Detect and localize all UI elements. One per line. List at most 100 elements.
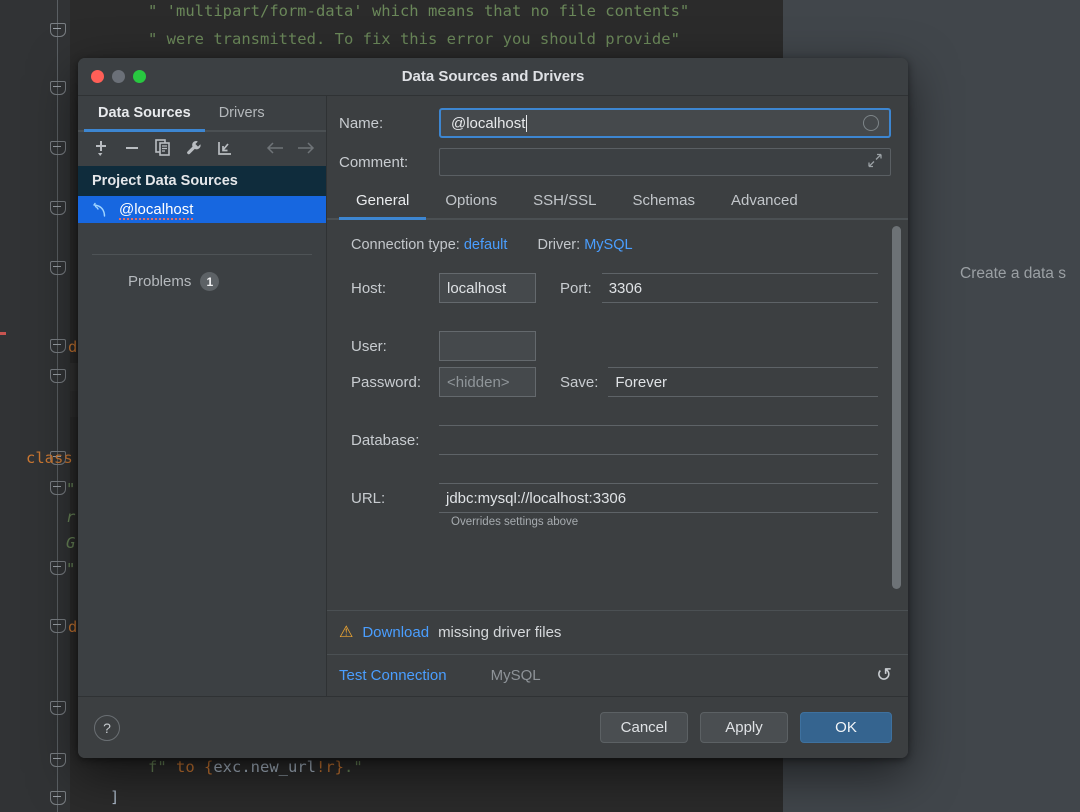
- download-link[interactable]: Download: [362, 624, 429, 641]
- tab-data-sources[interactable]: Data Sources: [84, 96, 205, 132]
- list-item-localhost-label: @localhost: [119, 201, 194, 220]
- connection-type-value[interactable]: default: [464, 237, 508, 253]
- code-line: " 'multipart/form-data' which means that…: [148, 2, 690, 20]
- settings-scrollbar[interactable]: [892, 226, 901, 604]
- fold-marker-icon[interactable]: [50, 560, 66, 575]
- comment-field-row: Comment:: [339, 148, 891, 176]
- driver-value[interactable]: MySQL: [584, 237, 632, 253]
- zoom-icon[interactable]: [133, 70, 146, 83]
- password-input[interactable]: <hidden>: [439, 367, 536, 397]
- download-rest-text: missing driver files: [438, 624, 562, 641]
- tab-advanced-label: Advanced: [730, 192, 798, 209]
- data-sources-dialog: Data Sources and Drivers Data Sources Dr…: [78, 58, 908, 758]
- right-panel: Name: @localhost Comment: General Option…: [327, 96, 908, 696]
- code-line: d: [68, 618, 78, 636]
- forward-arrow-icon[interactable]: [293, 136, 319, 160]
- tab-advanced[interactable]: Advanced: [714, 184, 815, 218]
- database-label: Database:: [351, 431, 420, 449]
- revert-icon[interactable]: ↺: [876, 664, 892, 687]
- loading-spinner-icon: [863, 115, 879, 131]
- import-icon-glyph: [218, 141, 231, 155]
- list-item-localhost[interactable]: @localhost: [78, 196, 326, 223]
- cancel-button[interactable]: Cancel: [600, 712, 688, 743]
- fold-marker-icon[interactable]: [50, 790, 66, 805]
- name-input-value: @localhost: [451, 114, 526, 132]
- fold-marker-icon[interactable]: [50, 140, 66, 155]
- url-row: URL: jdbc:mysql://localhost:3306: [339, 483, 878, 513]
- properties-wrench-icon[interactable]: [181, 136, 207, 160]
- password-label: Password:: [351, 373, 422, 391]
- driver-label: Driver:: [537, 237, 581, 253]
- add-icon[interactable]: [88, 136, 114, 160]
- help-button[interactable]: ?: [94, 714, 120, 741]
- tab-drivers[interactable]: Drivers: [205, 96, 279, 130]
- fold-marker-icon[interactable]: [50, 338, 66, 353]
- save-select[interactable]: Forever: [608, 367, 878, 397]
- code-line: class: [26, 449, 73, 467]
- tab-options[interactable]: Options: [428, 184, 514, 218]
- forward-arrow-icon-glyph: [298, 141, 315, 154]
- text-caret: [526, 114, 528, 132]
- apply-button[interactable]: Apply: [700, 712, 788, 743]
- left-panel-tabs: Data Sources Drivers: [78, 96, 326, 132]
- tab-drivers-label: Drivers: [218, 105, 265, 121]
- host-input[interactable]: localhost: [439, 273, 536, 303]
- fold-marker-icon[interactable]: [50, 80, 66, 95]
- fold-marker-icon[interactable]: [50, 200, 66, 215]
- minimize-icon[interactable]: [112, 70, 125, 83]
- tab-ssh-ssl[interactable]: SSH/SSL: [516, 184, 613, 218]
- tab-schemas[interactable]: Schemas: [615, 184, 712, 218]
- name-input[interactable]: @localhost: [439, 108, 891, 138]
- problems-row[interactable]: Problems 1: [78, 255, 326, 291]
- problems-label: Problems: [128, 273, 192, 290]
- save-label: Save:: [560, 373, 599, 391]
- import-icon[interactable]: [212, 136, 238, 160]
- user-input[interactable]: [439, 331, 536, 361]
- fold-marker-icon[interactable]: [50, 22, 66, 37]
- password-save-row: Password: <hidden> Save: Forever: [339, 367, 878, 397]
- dialog-footer: ? Cancel Apply OK: [78, 696, 908, 758]
- url-input[interactable]: jdbc:mysql://localhost:3306: [439, 483, 878, 513]
- code-line: " were transmitted. To fix this error yo…: [148, 30, 680, 48]
- driver-download-bar: ⚠ Download missing driver files: [327, 610, 908, 654]
- comment-input[interactable]: [439, 148, 891, 176]
- dialog-titlebar[interactable]: Data Sources and Drivers: [78, 58, 908, 96]
- code-line: ": [66, 480, 76, 498]
- editor-gutter: [0, 0, 26, 812]
- fold-marker-icon[interactable]: [50, 260, 66, 275]
- fold-marker-icon[interactable]: [50, 752, 66, 767]
- expand-icon-glyph: [868, 153, 882, 168]
- duplicate-icon[interactable]: [150, 136, 176, 160]
- mysql-dolphin-icon: [93, 202, 106, 217]
- warning-icon: ⚠: [339, 623, 354, 641]
- back-arrow-icon[interactable]: [262, 136, 288, 160]
- connection-type-label: Connection type:: [351, 237, 460, 253]
- settings-tabbar: General Options SSH/SSL Schemas Advanced: [327, 184, 908, 220]
- tab-general-label: General: [356, 192, 410, 209]
- ok-button[interactable]: OK: [800, 712, 892, 743]
- port-label: Port:: [560, 279, 592, 297]
- fold-marker-icon[interactable]: [50, 618, 66, 633]
- add-icon-glyph: [95, 140, 106, 156]
- fold-marker-icon[interactable]: [50, 700, 66, 715]
- code-line: ": [66, 560, 76, 578]
- fold-marker-icon[interactable]: [50, 480, 66, 495]
- remove-icon[interactable]: [119, 136, 145, 160]
- name-label: Name:: [339, 114, 384, 132]
- close-icon[interactable]: [91, 70, 104, 83]
- url-label: URL:: [351, 489, 386, 507]
- scrollbar-thumb[interactable]: [892, 226, 901, 589]
- expand-icon[interactable]: [868, 153, 882, 171]
- tab-options-label: Options: [445, 192, 498, 209]
- comment-label: Comment:: [339, 153, 409, 171]
- fold-marker-icon[interactable]: [50, 368, 66, 383]
- database-input[interactable]: [439, 425, 878, 455]
- left-panel: Data Sources Drivers Project Data Source…: [78, 96, 327, 696]
- back-arrow-icon-glyph: [266, 141, 283, 154]
- port-input[interactable]: 3306: [601, 273, 878, 303]
- editor-line-numbers: [26, 0, 70, 812]
- test-connection-link[interactable]: Test Connection: [339, 667, 447, 684]
- url-hint: Overrides settings above: [451, 516, 579, 528]
- tab-general[interactable]: General: [339, 184, 427, 220]
- section-header-project-data-sources: Project Data Sources: [78, 166, 326, 196]
